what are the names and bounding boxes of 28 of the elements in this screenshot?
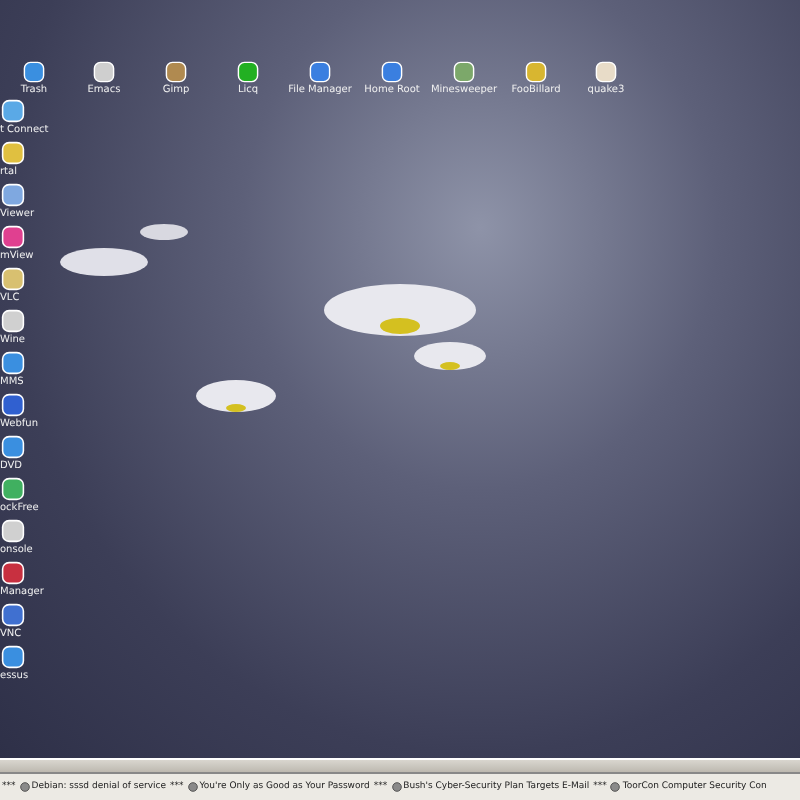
app-icon[interactable] <box>308 60 332 84</box>
app-icon[interactable] <box>0 602 26 628</box>
app-icon[interactable] <box>0 644 26 670</box>
app-icon[interactable] <box>0 518 26 544</box>
app-icon[interactable] <box>0 308 26 334</box>
app-icon[interactable] <box>0 560 26 586</box>
globe-icon <box>391 782 402 792</box>
daisy-drawing <box>414 342 486 370</box>
globe-icon <box>19 782 30 792</box>
globe-icon <box>187 782 198 792</box>
app-icon[interactable] <box>0 140 26 166</box>
app-icon[interactable] <box>22 60 46 84</box>
daisy-drawing <box>196 380 276 412</box>
app-icon[interactable] <box>0 350 26 376</box>
app-icon[interactable] <box>0 266 26 292</box>
app-icon[interactable] <box>0 476 26 502</box>
app-icon[interactable] <box>0 392 26 418</box>
globe-icon <box>610 782 621 792</box>
app-icon[interactable] <box>92 60 116 84</box>
app-icon[interactable] <box>236 60 260 84</box>
app-icon[interactable] <box>0 98 26 124</box>
app-icon[interactable] <box>0 182 26 208</box>
daisy-drawing <box>60 248 148 276</box>
app-icon[interactable] <box>0 224 26 250</box>
app-icon[interactable] <box>0 434 26 460</box>
daisy-drawing <box>140 224 188 240</box>
app-icon[interactable] <box>164 60 188 84</box>
app-icon[interactable] <box>594 60 618 84</box>
